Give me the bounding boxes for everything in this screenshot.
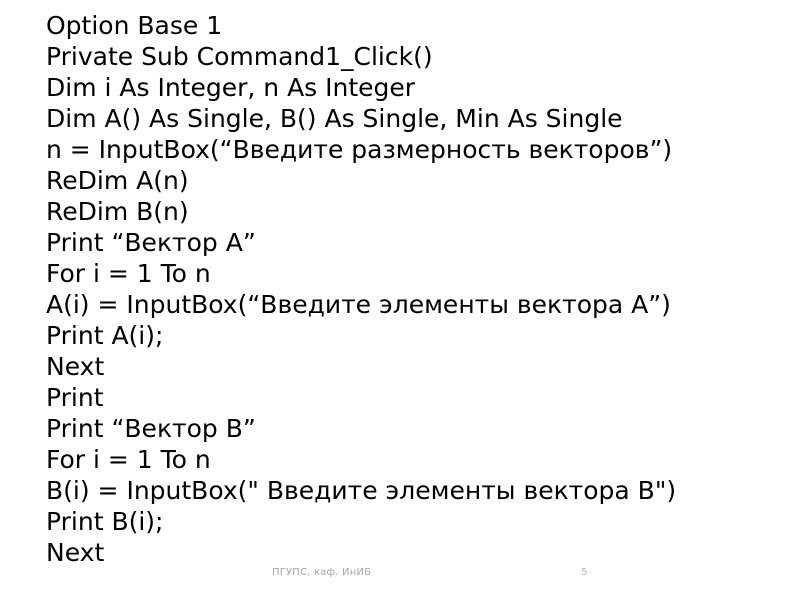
slide-canvas: Option Base 1 Private Sub Command1_Click…	[0, 0, 800, 600]
code-line: Print A(i);	[46, 321, 164, 350]
code-line: For i = 1 To n	[46, 445, 211, 474]
code-line: n = InputBox(“Введите размерность вектор…	[46, 135, 673, 164]
code-line: B(i) = InputBox(" Введите элементы векто…	[46, 476, 677, 505]
code-line: For i = 1 To n	[46, 259, 211, 288]
footer-organization: ПГУПС, каф. ИнИБ	[272, 567, 372, 578]
slide-footer: ПГУПС, каф. ИнИБ 5	[0, 566, 800, 586]
code-line: Dim A() As Single, B() As Single, Min As…	[46, 104, 623, 133]
code-line: Print B(i);	[46, 507, 164, 536]
code-line: Dim i As Integer, n As Integer	[46, 73, 416, 102]
code-line: A(i) = InputBox(“Введите элементы вектор…	[46, 290, 671, 319]
code-line: Print “Вектор В”	[46, 414, 256, 443]
code-line: Print “Вектор А”	[46, 228, 256, 257]
code-listing: Option Base 1 Private Sub Command1_Click…	[46, 10, 786, 568]
code-line: Next	[46, 352, 105, 381]
code-line: Option Base 1	[46, 11, 223, 40]
code-line: ReDim A(n)	[46, 166, 189, 195]
page-number: 5	[581, 567, 588, 578]
code-line: Private Sub Command1_Click()	[46, 42, 433, 71]
code-line: Print	[46, 383, 104, 412]
code-line: Next	[46, 538, 105, 567]
code-line: ReDim B(n)	[46, 197, 189, 226]
